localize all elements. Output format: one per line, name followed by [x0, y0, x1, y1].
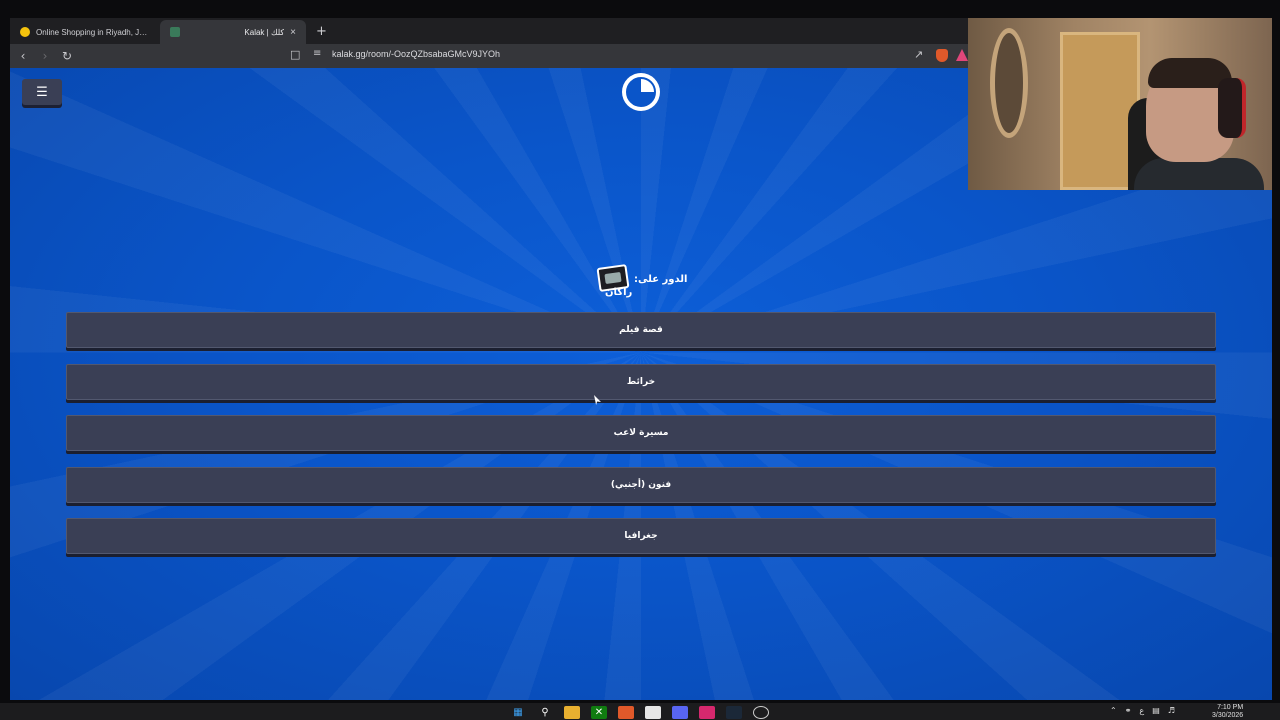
screen: Online Shopping in Riyadh, Jeddah a Kala… [0, 0, 1280, 720]
new-tab-button[interactable]: + [306, 24, 337, 44]
turn-player-name: راكان [605, 287, 633, 298]
category-option[interactable]: فنون (أجنبي) [66, 466, 1216, 503]
browser-toolbar: ‹ › ↻ □ ≡ kalak.gg/room/-OozQZbsabaGMcV9… [10, 44, 968, 68]
close-tab-icon[interactable]: × [290, 27, 296, 38]
calendar-icon[interactable] [645, 706, 661, 719]
language-indicator[interactable]: ع [1139, 706, 1144, 715]
settings-icon[interactable] [753, 706, 769, 719]
site-info-icon[interactable]: ≡ [313, 48, 321, 59]
headset-icon [1218, 78, 1246, 138]
instagram-icon[interactable] [699, 706, 715, 719]
back-icon[interactable]: ‹ [14, 47, 32, 65]
windows-start-icon[interactable]: ▦ [510, 706, 526, 719]
tab-title: Kalak | كلك [244, 27, 285, 37]
system-tray: ⌃ ⚭ ع ▤ ♬ [1110, 706, 1175, 715]
tab-title: Online Shopping in Riyadh, Jeddah a [36, 27, 150, 37]
timer-icon [622, 73, 660, 111]
xbox-icon[interactable]: ✕ [591, 706, 607, 719]
share-icon[interactable]: ↗ [914, 48, 923, 61]
turn-label: الدور على: [634, 274, 688, 285]
controller-icon [604, 271, 622, 285]
kalak-favicon-icon [170, 27, 180, 37]
brave-browser-icon[interactable] [618, 706, 634, 719]
taskbar: ▦ ⚲ ✕ ⌃ ⚭ ع ▤ ♬ 7:10 PM 3/30/2026 [0, 703, 1280, 720]
steam-icon[interactable] [726, 706, 742, 719]
tab-kalak[interactable]: Kalak | كلك × [160, 20, 306, 44]
category-options: قصة فيلم خرائط مسيرة لاعب فنون (أجنبي) ج… [66, 312, 1216, 570]
tab-shopping[interactable]: Online Shopping in Riyadh, Jeddah a [10, 20, 160, 44]
microphone-icon[interactable]: ⚭ [1125, 706, 1132, 715]
clock-date: 3/30/2026 [1212, 712, 1244, 719]
browser-tab-bar: Online Shopping in Riyadh, Jeddah a Kala… [10, 18, 968, 44]
address-bar[interactable]: kalak.gg/room/-OozQZbsabaGMcV9JYOh [332, 49, 500, 59]
network-icon[interactable]: ▤ [1152, 706, 1160, 715]
webcam-body [1134, 158, 1264, 190]
timer-progress [626, 77, 656, 107]
brave-rewards-icon[interactable] [956, 49, 968, 61]
webcam-mirror [990, 28, 1028, 138]
category-option[interactable]: خرائط [66, 363, 1216, 400]
webcam-overlay [968, 18, 1272, 190]
clock[interactable]: 7:10 PM 3/30/2026 [1212, 704, 1243, 720]
reload-icon[interactable]: ↻ [58, 47, 76, 65]
category-option[interactable]: قصة فيلم [66, 312, 1216, 348]
menu-button[interactable]: ☰ [22, 79, 62, 105]
category-option[interactable]: جغرافيا [66, 518, 1216, 554]
chevron-up-icon[interactable]: ⌃ [1110, 706, 1117, 715]
search-icon[interactable]: ⚲ [537, 706, 553, 719]
forward-icon[interactable]: › [36, 47, 54, 65]
clock-time: 7:10 PM [1217, 704, 1244, 711]
brave-shield-icon[interactable] [936, 49, 948, 62]
category-option[interactable]: مسيرة لاعب [66, 415, 1216, 451]
discord-icon[interactable] [672, 706, 688, 719]
hamburger-icon: ☰ [36, 84, 48, 100]
taskbar-apps: ▦ ⚲ ✕ [510, 706, 769, 719]
file-explorer-icon[interactable] [564, 706, 580, 719]
volume-icon[interactable]: ♬ [1168, 706, 1175, 715]
turn-indicator: الدور على: راكان [596, 264, 688, 304]
bookmark-icon[interactable]: □ [290, 48, 302, 62]
smile-favicon-icon [20, 27, 30, 37]
